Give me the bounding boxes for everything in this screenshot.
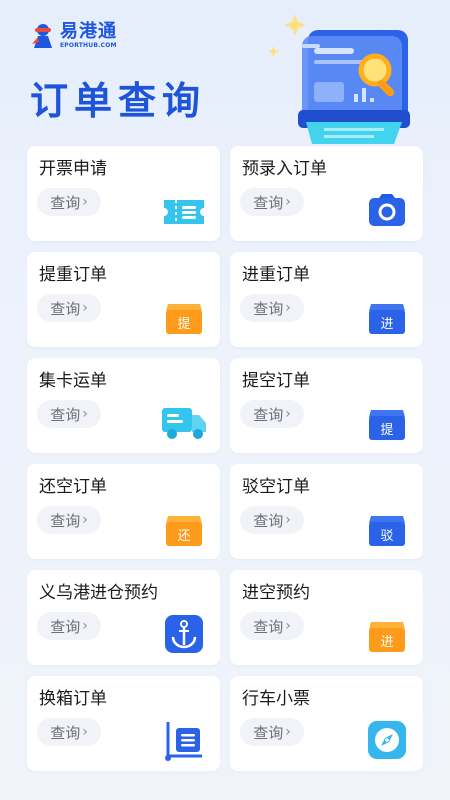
query-button[interactable]: 查询 ›: [240, 188, 304, 216]
card-yiwu-port-warehouse-booking[interactable]: 义乌港进仓预约 查询 ›: [27, 570, 220, 665]
box-ti-empty-icon: 提: [365, 400, 409, 444]
card-barge-empty-order[interactable]: 驳空订单 查询 › 驳: [230, 464, 423, 559]
query-button[interactable]: 查询 ›: [240, 718, 304, 746]
svg-text:提: 提: [177, 316, 190, 332]
ticket-icon: [162, 188, 206, 232]
card-title: 提空订单: [242, 371, 310, 391]
card-pre-entry-order[interactable]: 预录入订单 查询 ›: [230, 146, 423, 241]
query-button[interactable]: 查询 ›: [240, 294, 304, 322]
box-jin-empty-icon: 进: [365, 612, 409, 656]
chevron-right-icon: ›: [82, 194, 88, 210]
query-button[interactable]: 查询 ›: [37, 294, 101, 322]
chevron-right-icon: ›: [285, 300, 291, 316]
card-truck-waybill[interactable]: 集卡运单 查询 ›: [27, 358, 220, 453]
query-button[interactable]: 查询 ›: [240, 612, 304, 640]
chevron-right-icon: ›: [285, 512, 291, 528]
page-title: 订单查询: [30, 79, 207, 123]
card-driving-receipt[interactable]: 行车小票 查询 ›: [230, 676, 423, 771]
query-button[interactable]: 查询 ›: [37, 718, 101, 746]
compass-icon: [365, 718, 409, 762]
app-name: 易港通: [60, 21, 117, 42]
card-title: 进空预约: [242, 583, 310, 603]
chevron-right-icon: ›: [82, 618, 88, 634]
logo-mascot-icon: [30, 22, 56, 50]
box-bo-icon: 驳: [365, 506, 409, 550]
card-title: 驳空订单: [242, 477, 310, 497]
card-entry-empty-booking[interactable]: 进空预约 查询 › 进: [230, 570, 423, 665]
svg-text:提: 提: [380, 422, 393, 438]
container-swap-icon: [162, 718, 206, 762]
svg-text:还: 还: [177, 529, 190, 544]
card-return-empty-order[interactable]: 还空订单 查询 › 还: [27, 464, 220, 559]
chevron-right-icon: ›: [82, 406, 88, 422]
chevron-right-icon: ›: [285, 406, 291, 422]
query-button[interactable]: 查询 ›: [37, 188, 101, 216]
card-title: 集卡运单: [39, 371, 107, 391]
card-title: 进重订单: [242, 265, 310, 285]
camera-icon: [365, 188, 409, 232]
svg-text:进: 进: [380, 317, 393, 332]
box-ti-icon: 提: [162, 294, 206, 338]
chevron-right-icon: ›: [285, 618, 291, 634]
card-title: 预录入订单: [242, 159, 327, 179]
card-invoice-application[interactable]: 开票申请 查询 ›: [27, 146, 220, 241]
card-title: 义乌港进仓预约: [39, 583, 158, 603]
query-button[interactable]: 查询 ›: [240, 506, 304, 534]
card-pickup-full-order[interactable]: 提重订单 查询 › 提: [27, 252, 220, 347]
card-title: 换箱订单: [39, 689, 107, 709]
card-pickup-empty-order[interactable]: 提空订单 查询 › 提: [230, 358, 423, 453]
svg-text:驳: 驳: [380, 529, 393, 544]
card-title: 行车小票: [242, 689, 310, 709]
chevron-right-icon: ›: [285, 194, 291, 210]
card-title: 开票申请: [39, 159, 107, 179]
app-logo: 易港通 EPORTHUB.COM: [30, 22, 117, 50]
query-button[interactable]: 查询 ›: [37, 612, 101, 640]
chevron-right-icon: ›: [285, 724, 291, 740]
card-title: 提重订单: [39, 265, 107, 285]
card-entry-full-order[interactable]: 进重订单 查询 › 进: [230, 252, 423, 347]
query-button[interactable]: 查询 ›: [37, 400, 101, 428]
card-title: 还空订单: [39, 477, 107, 497]
app-domain: EPORTHUB.COM: [60, 42, 117, 49]
card-container-swap-order[interactable]: 换箱订单 查询 ›: [27, 676, 220, 771]
chevron-right-icon: ›: [82, 300, 88, 316]
box-jin-icon: 进: [365, 294, 409, 338]
box-huan-icon: 还: [162, 506, 206, 550]
truck-icon: [162, 400, 206, 444]
page-header: 易港通 EPORTHUB.COM 订单查询: [0, 0, 450, 145]
query-button[interactable]: 查询 ›: [240, 400, 304, 428]
query-button[interactable]: 查询 ›: [37, 506, 101, 534]
svg-text:进: 进: [380, 635, 393, 650]
chevron-right-icon: ›: [82, 724, 88, 740]
chevron-right-icon: ›: [82, 512, 88, 528]
hero-illustration-icon: [268, 10, 418, 145]
anchor-icon: [162, 612, 206, 656]
